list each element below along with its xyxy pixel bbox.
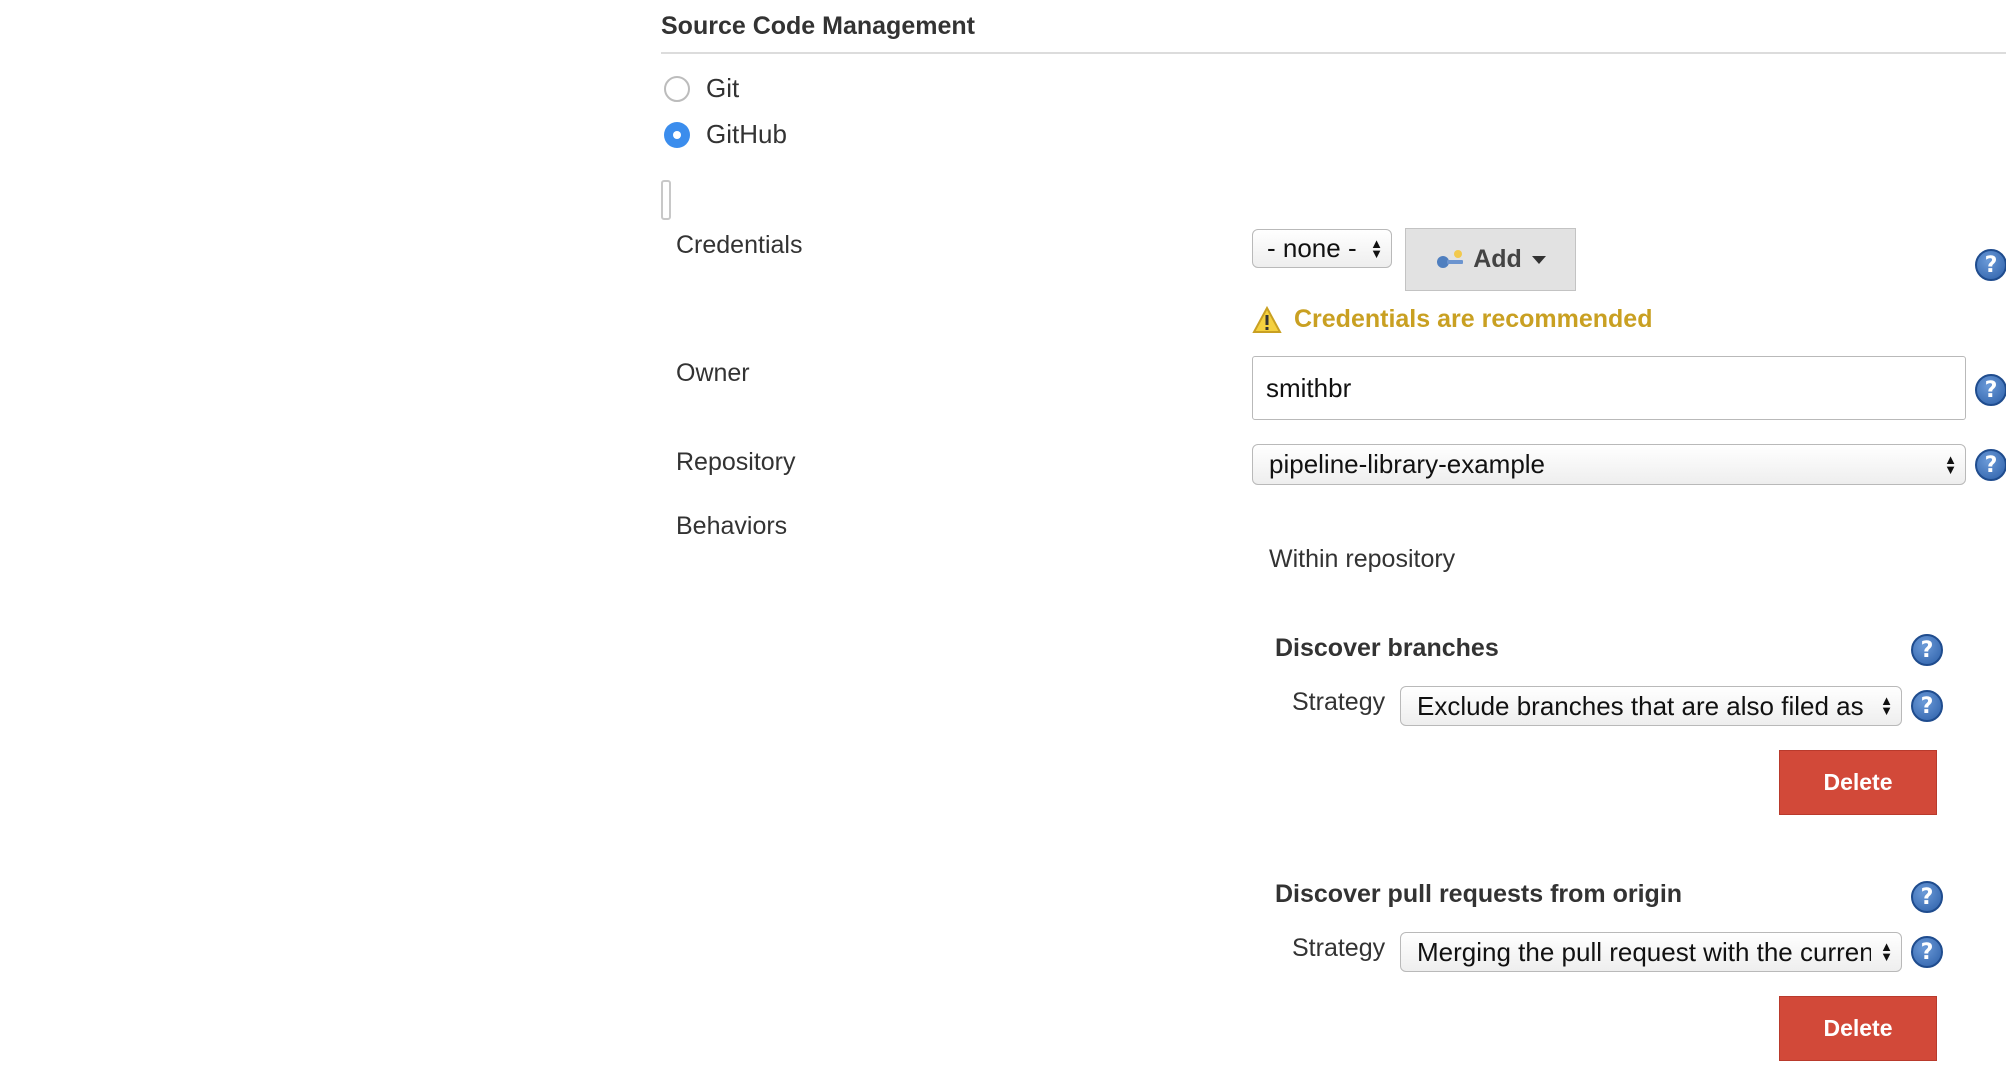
help-icon[interactable]: ? <box>1911 690 1943 722</box>
credentials-warning-text: Credentials are recommended <box>1294 305 1653 333</box>
radio-option-github[interactable]: GitHub <box>664 119 787 150</box>
trait-title-discover-branches: Discover branches <box>1275 634 1499 662</box>
help-icon[interactable]: ? <box>1911 881 1943 913</box>
credentials-label: Credentials <box>676 231 803 259</box>
pr-strategy-value: Merging the pull request with the curren… <box>1417 936 1871 967</box>
help-icon[interactable]: ? <box>1975 449 2006 481</box>
owner-input[interactable]: smithbr <box>1252 356 1966 420</box>
behaviors-label: Behaviors <box>676 512 788 540</box>
credentials-select[interactable]: - none - ▲ ▼ <box>1252 229 1392 268</box>
repository-label: Repository <box>676 448 796 476</box>
branch-strategy-value: Exclude branches that are also filed as <box>1417 690 1864 721</box>
credentials-select-value: - none - <box>1267 233 1357 263</box>
radio-option-git[interactable]: Git <box>664 73 739 104</box>
credentials-warning: Credentials are recommended <box>1252 305 1652 334</box>
select-arrows-icon: ▲ ▼ <box>1880 939 1893 964</box>
behaviors-subheading: Within repository <box>1269 545 1456 573</box>
help-icon[interactable]: ? <box>1975 374 2006 406</box>
branch-strategy-select[interactable]: Exclude branches that are also filed as … <box>1400 686 1902 726</box>
section-title: Source Code Management <box>661 12 975 40</box>
chevron-down-icon <box>1531 255 1546 264</box>
repository-select[interactable]: pipeline-library-example ▲ ▼ <box>1252 444 1966 485</box>
key-icon <box>1435 249 1465 271</box>
pr-strategy-select[interactable]: Merging the pull request with the curren… <box>1400 932 1902 972</box>
radio-git[interactable] <box>664 75 690 102</box>
trait-title-discover-pull-requests: Discover pull requests from origin <box>1275 880 1683 908</box>
add-credentials-label: Add <box>1473 245 1522 273</box>
radio-git-label: Git <box>706 73 740 103</box>
warning-icon <box>1252 305 1282 333</box>
help-icon[interactable]: ? <box>1975 249 2006 281</box>
select-arrows-icon: ▲ ▼ <box>1944 451 1957 477</box>
delete-button[interactable]: Delete <box>1779 750 1937 815</box>
help-icon[interactable]: ? <box>1911 936 1943 968</box>
help-icon[interactable]: ? <box>1911 634 1943 666</box>
select-arrows-icon: ▲ ▼ <box>1880 693 1893 718</box>
owner-label: Owner <box>676 359 750 387</box>
collapse-handle[interactable] <box>661 180 671 220</box>
strategy-label: Strategy <box>1292 934 1386 962</box>
delete-button[interactable]: Delete <box>1779 996 1937 1061</box>
radio-github[interactable] <box>664 121 690 148</box>
select-arrows-icon: ▲ ▼ <box>1370 235 1383 261</box>
section-divider <box>661 52 2006 54</box>
radio-github-label: GitHub <box>706 119 787 149</box>
repository-select-value: pipeline-library-example <box>1269 449 1546 479</box>
add-credentials-button[interactable]: Add <box>1405 228 1576 291</box>
strategy-label: Strategy <box>1292 688 1386 716</box>
owner-input-value: smithbr <box>1266 372 1352 403</box>
